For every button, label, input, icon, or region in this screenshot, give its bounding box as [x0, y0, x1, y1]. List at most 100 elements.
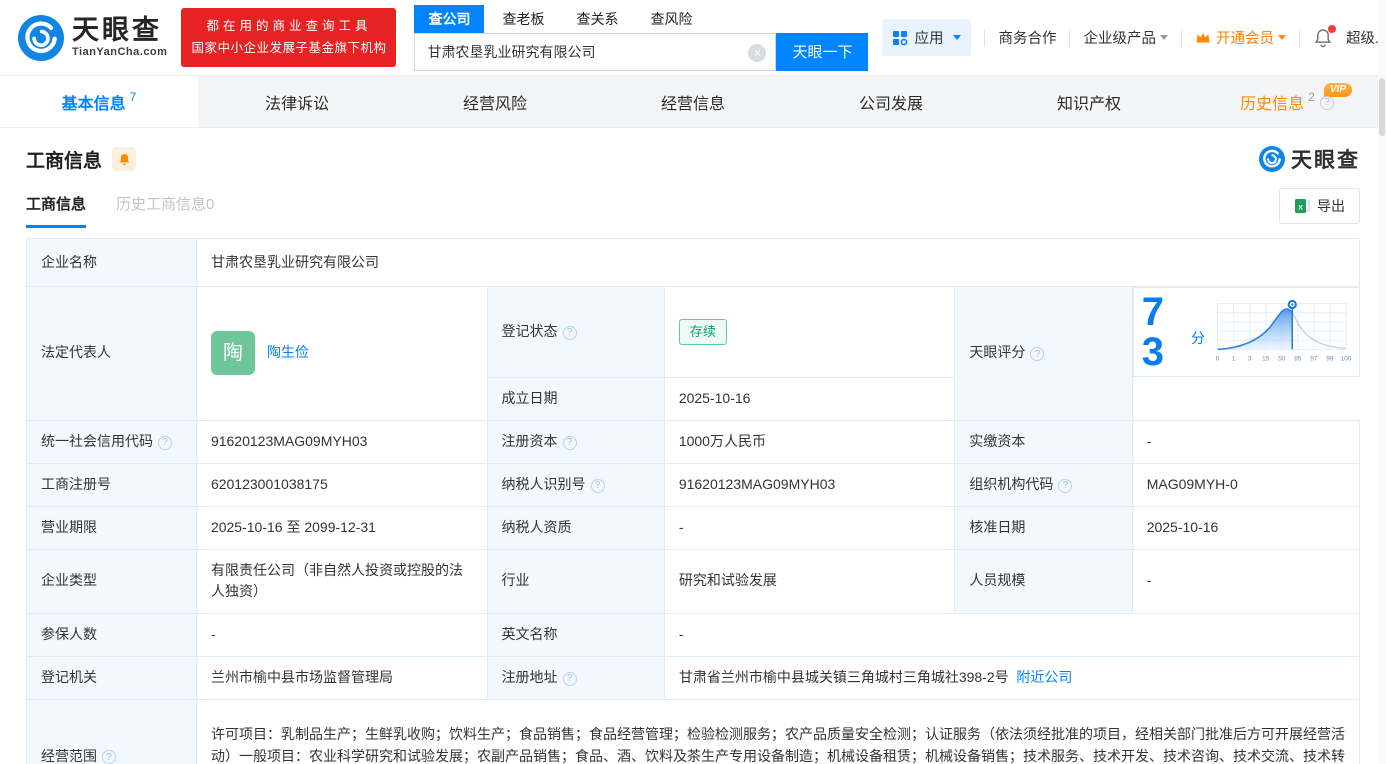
clear-search-icon[interactable]: ×	[748, 43, 767, 62]
taxpayer-id-value: 91620123MAG09MYH03	[663, 462, 956, 507]
tab-history-info-label: 历史信息	[1240, 95, 1305, 113]
tab-history-info-count: 2	[1308, 89, 1315, 104]
org-code-question-icon[interactable]: ?	[1058, 478, 1073, 493]
score-cell[interactable]: 73 分 0 1 3 15 50 85 97 99 100	[1132, 287, 1360, 377]
divider	[984, 28, 986, 47]
tab-operating-risk[interactable]: 经营风险	[396, 76, 594, 127]
reg-number-value: 620123001038175	[195, 462, 488, 507]
table-row: 企业类型 有限责任公司（非自然人投资或控股的法人独资） 行业 研究和试验发展 人…	[26, 548, 1361, 614]
search-tab-company[interactable]: 查公司	[414, 4, 485, 33]
legal-rep-avatar[interactable]: 陶	[210, 331, 255, 376]
taxpayer-id-question-icon[interactable]: ?	[590, 478, 605, 493]
business-scope-question-icon[interactable]: ?	[102, 750, 116, 764]
industry-value: 研究和试验发展	[663, 548, 956, 614]
reg-status-question-icon[interactable]: ?	[562, 325, 577, 340]
slogan-banner: 都在用的商业查询工具 国家中小企业发展子基金旗下机构	[181, 8, 397, 67]
tab-operating-risk-label: 经营风险	[462, 95, 527, 113]
search-button[interactable]: 天眼一下	[776, 32, 869, 71]
tianyancha-logo[interactable]: 天眼查 TianYanCha.com	[18, 14, 167, 61]
reg-capital-label: 注册资本	[501, 432, 558, 449]
apps-caret-icon	[953, 35, 962, 40]
tab-company-development[interactable]: 公司发展	[792, 76, 990, 127]
reg-capital-value: 1000万人民币	[663, 419, 956, 464]
reg-authority-label: 登记机关	[26, 655, 197, 700]
score-axis-labels: 0 1 3 15 50 85 97 99 100	[1216, 355, 1351, 362]
search-tab-relation[interactable]: 查关系	[562, 5, 632, 33]
company-name-label: 企业名称	[26, 238, 197, 287]
business-scope-label-cell: 经营范围 ?	[26, 698, 197, 764]
search-input[interactable]	[415, 33, 776, 70]
approval-date-value: 2025-10-16	[1131, 505, 1361, 550]
legal-rep-link[interactable]: 陶生俭	[267, 342, 309, 364]
business-term-label: 营业期限	[26, 505, 197, 550]
search-tab-boss[interactable]: 查老板	[488, 5, 558, 33]
nearby-companies-link[interactable]: 附近公司	[1016, 669, 1072, 685]
tab-legal-litigation-label: 法律诉讼	[264, 95, 329, 113]
divider	[1298, 28, 1300, 47]
legal-rep-cell: 陶 陶生俭	[195, 286, 488, 421]
scrollbar-thumb[interactable]	[1379, 78, 1385, 136]
excel-icon: x	[1295, 199, 1310, 213]
tab-basic-info[interactable]: 基本信息 7	[0, 76, 198, 127]
vip-menu[interactable]: 开通会员	[1195, 27, 1286, 48]
score-distribution-chart: 0 1 3 15 50 85 97 99 100	[1216, 299, 1351, 362]
vip-badge: VIP	[1323, 83, 1352, 97]
tab-intellectual-property[interactable]: 知识产权	[990, 76, 1188, 127]
business-scope-label: 经营范围	[41, 747, 97, 764]
staff-size-value: -	[1131, 548, 1361, 614]
taxpayer-id-label: 纳税人识别号	[501, 475, 586, 492]
app-grid-icon	[893, 30, 908, 45]
logo-text: 天眼查	[72, 15, 162, 45]
notifications-button[interactable]	[1313, 24, 1336, 48]
legal-rep-label: 法定代表人	[26, 286, 197, 421]
reg-status-label: 登记状态	[501, 322, 558, 339]
tab-legal-litigation[interactable]: 法律诉讼	[198, 76, 396, 127]
business-scope-value: 许可项目：乳制品生产；生鲜乳收购；饮料生产；食品销售；食品经营管理；检验检测服务…	[195, 698, 1361, 764]
address-value-cell: 甘肃省兰州市榆中县城关镇三角城村三角城社398-2号 附近公司	[663, 655, 1361, 700]
score-question-icon[interactable]: ?	[1030, 347, 1045, 362]
subtab-current-registration[interactable]: 工商信息	[26, 193, 87, 228]
approval-date-label: 核准日期	[954, 505, 1133, 550]
english-name-value: -	[663, 612, 1361, 657]
taxpayer-quality-label: 纳税人资质	[486, 505, 665, 550]
reg-authority-value: 兰州市榆中县市场监督管理局	[195, 655, 488, 700]
registration-info-table: 企业名称 甘肃农垦乳业研究有限公司 法定代表人 陶 陶生俭 登记状态 ? 存续 …	[26, 238, 1361, 764]
business-coop-menu[interactable]: 商务合作	[998, 27, 1056, 48]
enterprise-caret-icon	[1159, 35, 1168, 40]
reg-number-label: 工商注册号	[26, 462, 197, 507]
score-value: 73	[1141, 290, 1164, 374]
tab-business-info[interactable]: 经营信息	[594, 76, 792, 127]
subscribe-bell-button[interactable]	[112, 147, 137, 171]
subtab-history-registration[interactable]: 历史工商信息0	[116, 193, 214, 228]
export-button[interactable]: x 导出	[1279, 188, 1360, 224]
svg-text:100: 100	[1341, 355, 1351, 362]
search-tabs: 查公司 查老板 查关系 查风险	[414, 4, 868, 33]
page-scrollbar[interactable]	[1378, 0, 1386, 764]
reg-capital-question-icon[interactable]: ?	[562, 435, 577, 450]
paid-capital-label: 实缴资本	[954, 419, 1133, 464]
company-type-value: 有限责任公司（非自然人投资或控股的法人独资）	[195, 548, 488, 614]
paid-capital-value: -	[1131, 419, 1361, 464]
address-question-icon[interactable]: ?	[562, 671, 577, 686]
divider	[1180, 28, 1182, 47]
insured-value: -	[195, 612, 488, 657]
search-tab-risk[interactable]: 查风险	[636, 5, 706, 33]
slogan-line-1: 都在用的商业查询工具	[206, 19, 372, 34]
credit-code-question-icon[interactable]: ?	[158, 435, 172, 450]
history-question-icon[interactable]: ?	[1319, 95, 1334, 110]
svg-text:3: 3	[1248, 355, 1252, 362]
notification-dot	[1327, 24, 1336, 33]
table-row: 营业期限 2025-10-16 至 2099-12-31 纳税人资质 - 核准日…	[26, 505, 1361, 550]
establish-date-label: 成立日期	[486, 376, 665, 421]
apps-menu[interactable]: 应用	[882, 19, 972, 56]
business-coop-label: 商务合作	[998, 31, 1057, 47]
enterprise-product-menu[interactable]: 企业级产品	[1083, 27, 1168, 48]
watermark-logo-text: 天眼查	[1291, 149, 1360, 172]
credit-code-label: 统一社会信用代码	[41, 432, 153, 449]
tab-history-info[interactable]: VIP 历史信息 2 ?	[1188, 76, 1386, 127]
taxpayer-quality-value: -	[663, 505, 956, 550]
industry-label: 行业	[486, 548, 665, 614]
staff-size-label: 人员规模	[954, 548, 1133, 614]
org-code-value: MAG09MYH-0	[1131, 462, 1361, 507]
table-row: 登记机关 兰州市榆中县市场监督管理局 注册地址 ? 甘肃省兰州市榆中县城关镇三角…	[26, 655, 1361, 700]
